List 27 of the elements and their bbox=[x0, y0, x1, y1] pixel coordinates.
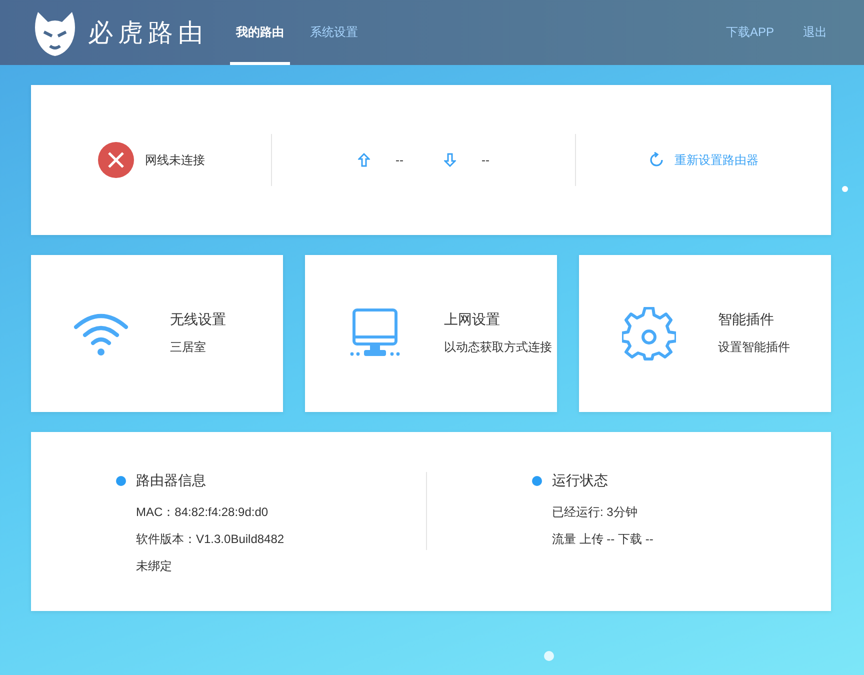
upload-arrow-icon bbox=[358, 153, 370, 167]
settings-tile[interactable]: 无线设置 三居室 bbox=[31, 255, 283, 412]
nav-tab[interactable]: 我的路由 bbox=[230, 3, 290, 65]
bullet-dot bbox=[532, 476, 542, 486]
brand-name: 必虎路由 bbox=[88, 18, 208, 49]
upload-rate: -- bbox=[396, 153, 404, 167]
page-dot[interactable] bbox=[544, 651, 554, 661]
bullet-dot bbox=[116, 476, 126, 486]
download-rate: -- bbox=[482, 153, 490, 167]
info-line: 软件版本：V1.3.0Build8482 bbox=[136, 531, 286, 548]
settings-tile[interactable]: 智能插件 设置智能插件 bbox=[579, 255, 831, 412]
download-arrow-icon bbox=[444, 153, 456, 167]
connection-status: 网线未连接 bbox=[145, 152, 205, 168]
info-line: 流量 上传 -- 下载 -- bbox=[552, 531, 654, 548]
header-link[interactable]: 退出 bbox=[803, 24, 827, 41]
header-link[interactable]: 下载APP bbox=[726, 24, 774, 41]
settings-icon bbox=[622, 306, 676, 360]
page-dot[interactable] bbox=[842, 186, 848, 192]
section-title: 运行状态 bbox=[552, 472, 608, 490]
section-title: 路由器信息 bbox=[136, 472, 206, 490]
nav-tab[interactable]: 系统设置 bbox=[298, 3, 370, 65]
info-line: 未绑定 bbox=[136, 558, 173, 575]
info-line: MAC：84:82:f4:28:9d:d0 bbox=[136, 504, 270, 521]
reset-router-link[interactable]: 重新设置路由器 bbox=[648, 152, 758, 168]
info-line: 已经运行: 3分钟 bbox=[552, 504, 638, 521]
refresh-icon bbox=[648, 152, 664, 168]
settings-tile[interactable]: 上网设置 以动态获取方式连接 bbox=[305, 255, 557, 412]
